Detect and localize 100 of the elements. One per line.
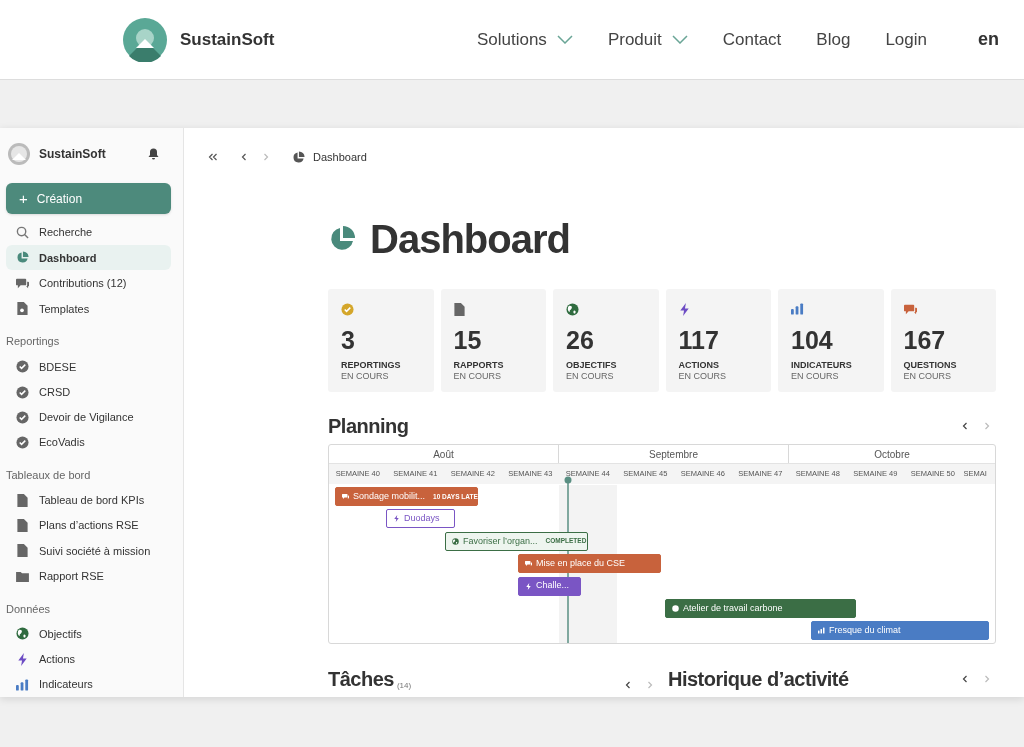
lightning-icon [393, 515, 400, 523]
globe-icon [566, 302, 579, 316]
pie-chart-icon [328, 225, 356, 253]
section-title: Historique d’activité [668, 667, 849, 692]
brand-name: SustainSoft [180, 28, 275, 51]
sidebar-item[interactable]: Recherche [6, 220, 171, 245]
month-header: Août [329, 445, 559, 463]
breadcrumb: Dashboard [313, 149, 367, 165]
document-icon [16, 493, 28, 507]
bar-chart-icon [818, 627, 825, 635]
bar-label: Favoriser l’organ... [463, 534, 538, 548]
stat-sublabel: EN COURS [678, 371, 727, 382]
check-badge-icon [15, 410, 29, 424]
sidebar-item[interactable]: Contributions (12) [6, 271, 171, 296]
stat-value: 15 [453, 328, 483, 353]
timeline-bar[interactable]: Mise en place du CSE [518, 554, 661, 574]
month-header: Septembre [559, 445, 789, 463]
previous-icon[interactable] [962, 675, 968, 683]
sidebar-item[interactable]: Actions [6, 646, 171, 672]
lightning-icon [525, 582, 532, 590]
bar-label: Mise en place du CSE [536, 556, 626, 570]
sidebar-item[interactable]: Templates [6, 296, 171, 322]
sidebar-item[interactable]: Objectifs [6, 621, 171, 647]
check-badge-icon [341, 302, 354, 316]
stat-label: RAPPORTS [453, 360, 505, 371]
stat-value: 167 [903, 328, 947, 353]
speech-bubble-icon [342, 493, 349, 500]
document-icon [16, 302, 28, 316]
nav-link[interactable]: Contact [722, 26, 782, 53]
search-icon [15, 226, 29, 239]
section-heading: Reportings [6, 334, 61, 350]
bell-icon[interactable] [148, 147, 159, 160]
plus-icon: + [19, 191, 28, 207]
check-badge-icon [15, 360, 29, 374]
sidebar-item[interactable]: Indicateurs [6, 672, 171, 697]
previous-icon[interactable] [962, 422, 968, 430]
section-title: Tâches [328, 667, 394, 692]
sidebar-item[interactable]: EcoVadis [6, 430, 171, 456]
document-icon [16, 544, 28, 558]
globe-icon [672, 605, 679, 612]
stat-sublabel: EN COURS [341, 371, 390, 382]
collapse-icon[interactable] [208, 153, 218, 161]
language-link[interactable]: en [978, 26, 999, 53]
previous-icon[interactable] [625, 681, 631, 689]
lightning-icon [16, 652, 28, 666]
sidebar-item[interactable]: Devoir de Vigilance [6, 405, 171, 430]
page-title: Dashboard [370, 219, 570, 259]
timeline-bar[interactable]: Fresque du climat [811, 621, 989, 641]
sidebar-item[interactable]: Tableau de bord KPIs [6, 488, 171, 513]
nav-link[interactable]: Login [885, 26, 927, 53]
bar-chart-icon [791, 303, 804, 315]
task-count: (14) [396, 680, 412, 692]
speech-bubble-icon [525, 560, 532, 568]
timeline-bar[interactable]: Challe... [518, 576, 581, 596]
nav-link[interactable]: Produit [607, 26, 688, 53]
pie-chart-icon [292, 150, 305, 164]
pie-chart-icon [15, 251, 29, 265]
folder-icon [15, 570, 29, 582]
stat-sublabel: EN COURS [903, 371, 952, 382]
timeline-bar[interactable]: Atelier de travail carbone [665, 599, 856, 618]
globe-icon [15, 627, 29, 641]
stat-label: QUESTIONS [903, 360, 958, 371]
sidebar-item[interactable]: CRSD [6, 379, 171, 405]
stat-label: OBJECTIFS [566, 360, 618, 371]
timeline-bar[interactable]: Duodays [386, 509, 455, 529]
nav-link[interactable]: Blog [816, 26, 851, 53]
workspace-name: SustainSoft [39, 145, 106, 163]
document-icon [16, 519, 28, 533]
chevron-down-icon [556, 35, 573, 44]
avatar-icon [8, 142, 30, 165]
nav-link[interactable]: Solutions [476, 26, 573, 53]
bar-label: Challe... [536, 579, 570, 593]
lightning-icon [678, 302, 690, 316]
stat-value: 117 [678, 328, 720, 353]
stat-value: 104 [791, 328, 834, 353]
document-icon [453, 302, 465, 316]
logo-icon [123, 17, 167, 62]
create-button[interactable]: + Création [6, 182, 171, 215]
chevron-down-icon [671, 35, 688, 44]
stat-value: 3 [341, 328, 356, 353]
speech-bubble-icon [15, 277, 29, 290]
stat-label: REPORTINGS [341, 360, 402, 371]
stat-sublabel: EN COURS [566, 371, 615, 382]
bar-label: Atelier de travail carbone [683, 601, 783, 615]
bar-chart-icon [15, 678, 29, 691]
stat-sublabel: EN COURS [791, 371, 840, 382]
check-badge-icon [15, 385, 29, 399]
stat-label: ACTIONS [678, 360, 720, 371]
sidebar-item[interactable]: Rapport RSE [6, 563, 171, 589]
stat-sublabel: EN COURS [453, 371, 502, 382]
stat-value: 26 [566, 328, 595, 353]
sidebar-item[interactable]: Plans d’actions RSE [6, 513, 171, 539]
check-badge-icon [15, 436, 29, 450]
month-header: Octobre [873, 448, 911, 462]
sidebar-item[interactable]: Suivi société à mission [6, 538, 171, 564]
sidebar-item[interactable]: BDESE [6, 354, 171, 380]
bar-label: Sondage mobilit... [353, 489, 426, 503]
sidebar-item[interactable]: Dashboard [6, 245, 171, 271]
back-icon[interactable] [241, 153, 247, 161]
section-heading: Données [6, 601, 52, 617]
